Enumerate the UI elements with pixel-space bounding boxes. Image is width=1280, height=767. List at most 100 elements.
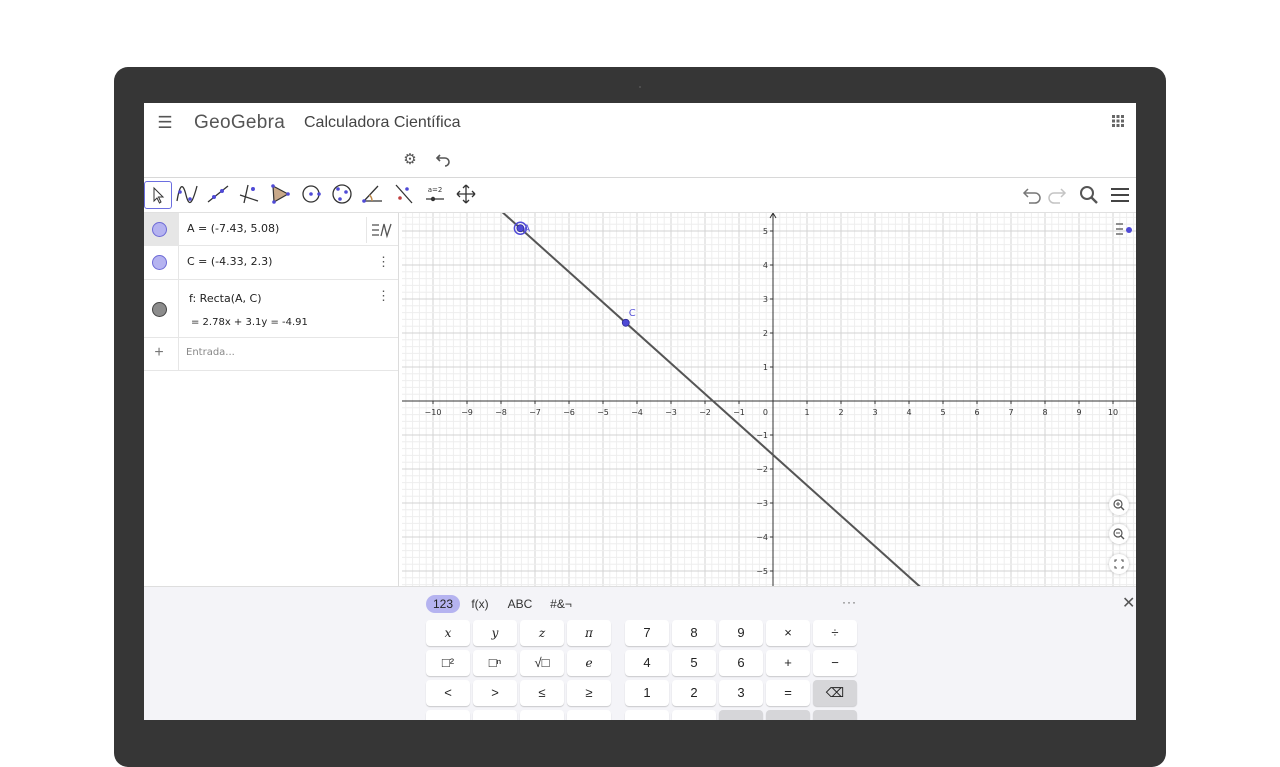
circle-tool-icon[interactable]: [298, 181, 326, 209]
visibility-toggle-icon[interactable]: [152, 302, 167, 317]
redo-icon[interactable]: [1044, 182, 1070, 208]
y-tick-label: −1: [756, 431, 768, 440]
visibility-toggle-icon[interactable]: [152, 255, 167, 270]
key-greater-than[interactable]: >: [473, 680, 517, 706]
key-multiply[interactable]: ×: [766, 620, 810, 646]
keyboard-tab-symbols[interactable]: #&¬: [546, 595, 576, 613]
x-tick-label: −4: [631, 408, 643, 417]
x-tick-label: 8: [1042, 408, 1047, 417]
y-tick-label: 2: [763, 329, 768, 338]
key-plus[interactable]: +: [766, 650, 810, 676]
key-7[interactable]: 7: [625, 620, 669, 646]
key-y[interactable]: y: [473, 620, 517, 646]
polygon-tool-icon[interactable]: [267, 181, 295, 209]
slider-tool-icon[interactable]: a=2: [422, 181, 450, 209]
graphics-style-bar-icon[interactable]: [1113, 216, 1136, 242]
key-less-equal[interactable]: ≤: [520, 680, 564, 706]
visibility-toggle-icon[interactable]: [152, 222, 167, 237]
key-1[interactable]: 1: [625, 680, 669, 706]
key-5[interactable]: 5: [672, 650, 716, 676]
key-row4[interactable]: [625, 710, 669, 720]
point-c-label: C: [629, 308, 636, 319]
key-power[interactable]: □ⁿ: [473, 650, 517, 676]
key-e[interactable]: e: [567, 650, 611, 676]
line-tool-icon[interactable]: [205, 181, 233, 209]
key-6[interactable]: 6: [719, 650, 763, 676]
keyboard-tab-numbers[interactable]: 123: [426, 595, 460, 613]
key-row4[interactable]: [719, 710, 763, 720]
x-tick-label: 7: [1008, 408, 1013, 417]
x-tick-label: −1: [733, 408, 745, 417]
key-row4[interactable]: [766, 710, 810, 720]
x-tick-label: 6: [974, 408, 979, 417]
algebra-item-line-f[interactable]: f: Recta(A, C) = 2.78x + 3.1y = -4.91 ⋮: [144, 280, 398, 338]
algebra-item-point-c[interactable]: C = (-4.33, 2.3) ⋮: [144, 246, 398, 280]
settings-gear-icon[interactable]: ⚙: [401, 151, 419, 169]
key-row4[interactable]: [426, 710, 470, 720]
perpendicular-line-tool-icon[interactable]: [236, 181, 264, 209]
y-tick-label: −3: [756, 499, 768, 508]
svg-text:a=2: a=2: [428, 186, 443, 194]
key-2[interactable]: 2: [672, 680, 716, 706]
keyboard-tab-functions[interactable]: f(x): [466, 595, 494, 613]
apps-grid-icon[interactable]: [1110, 115, 1126, 131]
x-tick-label: −10: [425, 408, 442, 417]
key-sqrt[interactable]: √□: [520, 650, 564, 676]
key-8[interactable]: 8: [672, 620, 716, 646]
key-z[interactable]: z: [520, 620, 564, 646]
key-greater-equal[interactable]: ≥: [567, 680, 611, 706]
key-row4[interactable]: [813, 710, 857, 720]
zoom-out-icon[interactable]: [1109, 524, 1129, 544]
hamburger-menu-icon[interactable]: ☰: [155, 113, 175, 133]
app-title: Calculadora Científica: [304, 114, 461, 131]
key-row4[interactable]: [672, 710, 716, 720]
key-pi[interactable]: π: [567, 620, 611, 646]
add-item-icon[interactable]: +: [151, 344, 167, 362]
origin-label: 0: [763, 408, 768, 417]
main-menu-icon[interactable]: [1107, 182, 1133, 208]
more-keys-icon[interactable]: ···: [842, 595, 857, 609]
x-tick-label: 4: [906, 408, 911, 417]
circle-three-points-tool-icon[interactable]: [329, 181, 357, 209]
zoom-in-icon[interactable]: [1109, 495, 1129, 515]
key-row4[interactable]: [567, 710, 611, 720]
point-c: [621, 318, 630, 327]
keyboard-tab-letters[interactable]: ABC: [504, 595, 536, 613]
key-equals[interactable]: =: [766, 680, 810, 706]
top-bar: ☰ GeoGebra Calculadora Científica: [144, 103, 1136, 143]
algebra-input-row[interactable]: + Entrada...: [144, 338, 398, 371]
fullscreen-icon[interactable]: [1109, 554, 1129, 574]
algebra-style-bar-icon[interactable]: [366, 217, 397, 243]
y-tick-label: 5: [763, 227, 768, 236]
tool-bar: a=2: [144, 178, 1136, 213]
reflect-about-line-tool-icon[interactable]: [391, 181, 419, 209]
key-x[interactable]: x: [426, 620, 470, 646]
move-graphics-view-tool-icon[interactable]: [453, 181, 481, 209]
undo-icon[interactable]: [434, 151, 452, 169]
key-3[interactable]: 3: [719, 680, 763, 706]
key-row4[interactable]: [473, 710, 517, 720]
key-minus[interactable]: −: [813, 650, 857, 676]
key-4[interactable]: 4: [625, 650, 669, 676]
undo-icon[interactable]: [1019, 182, 1045, 208]
more-options-icon[interactable]: ⋮: [377, 289, 390, 303]
algebra-item-value: = 2.78x + 3.1y = -4.91: [191, 317, 308, 328]
algebra-input[interactable]: Entrada...: [186, 347, 235, 358]
freehand-function-tool-icon[interactable]: [174, 181, 202, 209]
angle-tool-icon[interactable]: [360, 181, 388, 209]
x-tick-label: 5: [940, 408, 945, 417]
move-tool-icon[interactable]: [144, 181, 172, 209]
search-icon[interactable]: [1076, 182, 1102, 208]
close-keyboard-icon[interactable]: ✕: [1122, 593, 1135, 613]
key-divide[interactable]: ÷: [813, 620, 857, 646]
key-9[interactable]: 9: [719, 620, 763, 646]
backspace-icon[interactable]: ⌫: [813, 680, 857, 706]
more-options-icon[interactable]: ⋮: [377, 255, 390, 269]
x-tick-label: −6: [563, 408, 575, 417]
key-row4[interactable]: [520, 710, 564, 720]
geogebra-logo: GeoGebra: [194, 112, 286, 133]
device-camera: [639, 86, 641, 88]
key-squared[interactable]: □²: [426, 650, 470, 676]
algebra-item-point-a[interactable]: A = (-7.43, 5.08): [144, 213, 398, 246]
key-less-than[interactable]: <: [426, 680, 470, 706]
